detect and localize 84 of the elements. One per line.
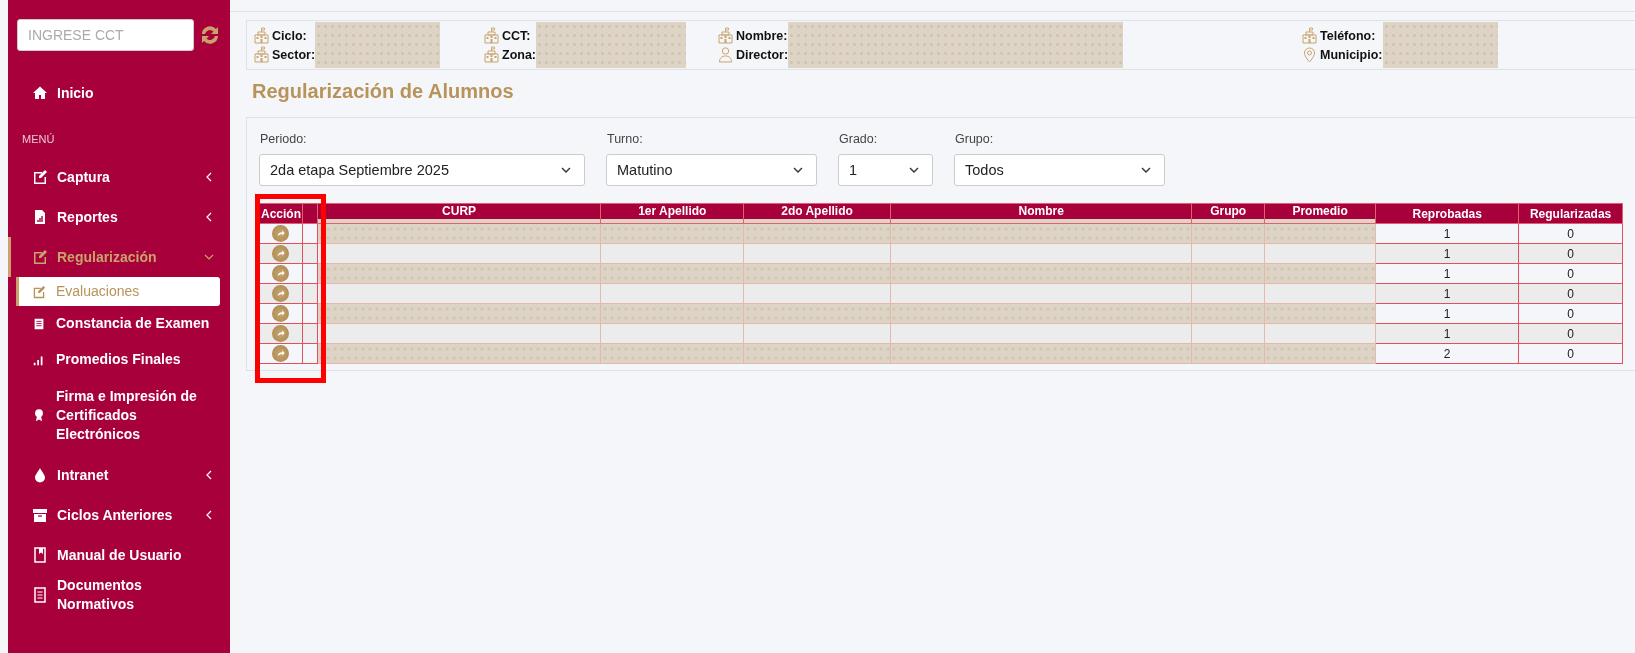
table-cell: 1 [1375, 303, 1519, 324]
sidebar-item[interactable]: Documentos Normativos [8, 575, 230, 615]
field-label: Zona: [502, 47, 537, 62]
dropdown[interactable]: Todos [954, 154, 1165, 186]
table-cell: 0 [1518, 223, 1623, 244]
column-header: Reprobadas [1375, 203, 1519, 224]
field-label: Ciclo: [272, 28, 307, 43]
school-icon [717, 27, 734, 44]
sidebar-item[interactable]: Manual de Usuario [8, 535, 230, 575]
action-button[interactable] [272, 245, 290, 262]
edit-icon [32, 169, 48, 185]
sidebar-item[interactable]: Reportes [8, 197, 230, 237]
table-cell: 2 [1375, 343, 1519, 364]
school-icon [253, 46, 270, 63]
column-header: Promedio [1264, 203, 1376, 224]
chevron-icon [204, 470, 214, 480]
person-icon [717, 46, 734, 63]
home-icon [32, 85, 48, 101]
field-label: Nombre: [736, 28, 788, 43]
chevron-icon [204, 252, 214, 262]
report-icon [32, 209, 48, 225]
school-icon [253, 27, 270, 44]
forward-arrow-icon [275, 348, 287, 359]
field-label: CCT: [502, 28, 531, 43]
chevron-icon [204, 212, 214, 222]
edit-icon [32, 249, 48, 265]
chevron-icon [204, 172, 214, 182]
chevron-icon [204, 510, 214, 520]
school-icon [1301, 27, 1318, 44]
action-button[interactable] [272, 345, 290, 362]
column-header: Acción [259, 203, 303, 224]
sidebar-item[interactable]: Inicio [8, 73, 230, 113]
cct-input-field[interactable]: INGRESE CCT [17, 19, 194, 51]
action-button[interactable] [272, 325, 290, 342]
sidebar-subitem[interactable]: Firma e Impresión de Certificados Electrónicos [8, 381, 230, 449]
filter-label: Periodo: [259, 132, 308, 146]
forward-arrow-icon [275, 228, 287, 239]
archive-icon [32, 507, 48, 523]
table-cell: 1 [1375, 263, 1519, 284]
column-header: Regularizadas [1518, 203, 1623, 224]
dropdown[interactable]: Matutino [606, 154, 817, 186]
action-button[interactable] [272, 305, 290, 322]
field-label: Director: [736, 47, 789, 62]
book-icon [32, 547, 48, 563]
forward-arrow-icon [275, 288, 287, 299]
forward-arrow-icon [275, 328, 287, 339]
edit-icon [32, 284, 46, 299]
action-button[interactable] [272, 285, 290, 302]
column-header: CURP [317, 203, 601, 224]
field-label: Sector: [272, 47, 316, 62]
dropdown[interactable]: 1 [838, 154, 933, 186]
list-icon [32, 316, 46, 331]
filter-label: Grado: [838, 132, 879, 146]
school-icon [483, 46, 500, 63]
table-cell: 0 [1518, 303, 1623, 324]
column-header: Grupo [1191, 203, 1265, 224]
field-label: Teléfono: [1320, 28, 1376, 43]
table-cell: 0 [1518, 343, 1623, 364]
forward-arrow-icon [275, 308, 287, 319]
action-button[interactable] [272, 265, 290, 282]
dropdown[interactable]: 2da etapa Septiembre 2025 [259, 154, 585, 186]
school-icon [483, 27, 500, 44]
document-icon [32, 587, 48, 603]
column-header: 2do Apellido [743, 203, 891, 224]
sidebar-item[interactable]: Intranet [8, 455, 230, 495]
forward-arrow-icon [275, 248, 287, 259]
column-header: 1er Apellido [600, 203, 744, 224]
filter-label: Grupo: [954, 132, 995, 146]
field-label: Municipio: [1320, 47, 1383, 62]
sidebar-subitem[interactable]: Promedios Finales [8, 342, 230, 377]
table-cell: 1 [1375, 223, 1519, 244]
award-icon [32, 408, 46, 422]
sidebar-subitem[interactable]: Constancia de Examen [8, 306, 230, 341]
sidebar-item[interactable]: Ciclos Anteriores [8, 495, 230, 535]
table-cell: 0 [1518, 263, 1623, 284]
page-title: Regularización de Alumnos [252, 80, 515, 103]
menu-heading: MENÚ [21, 132, 56, 147]
sidebar-item[interactable]: Captura [8, 157, 230, 197]
action-button[interactable] [272, 225, 290, 242]
filter-label: Turno: [606, 132, 644, 146]
drop-icon [32, 467, 48, 483]
column-header: Nombre [890, 203, 1192, 224]
map-pin-icon [1301, 46, 1318, 63]
forward-arrow-icon [275, 268, 287, 279]
